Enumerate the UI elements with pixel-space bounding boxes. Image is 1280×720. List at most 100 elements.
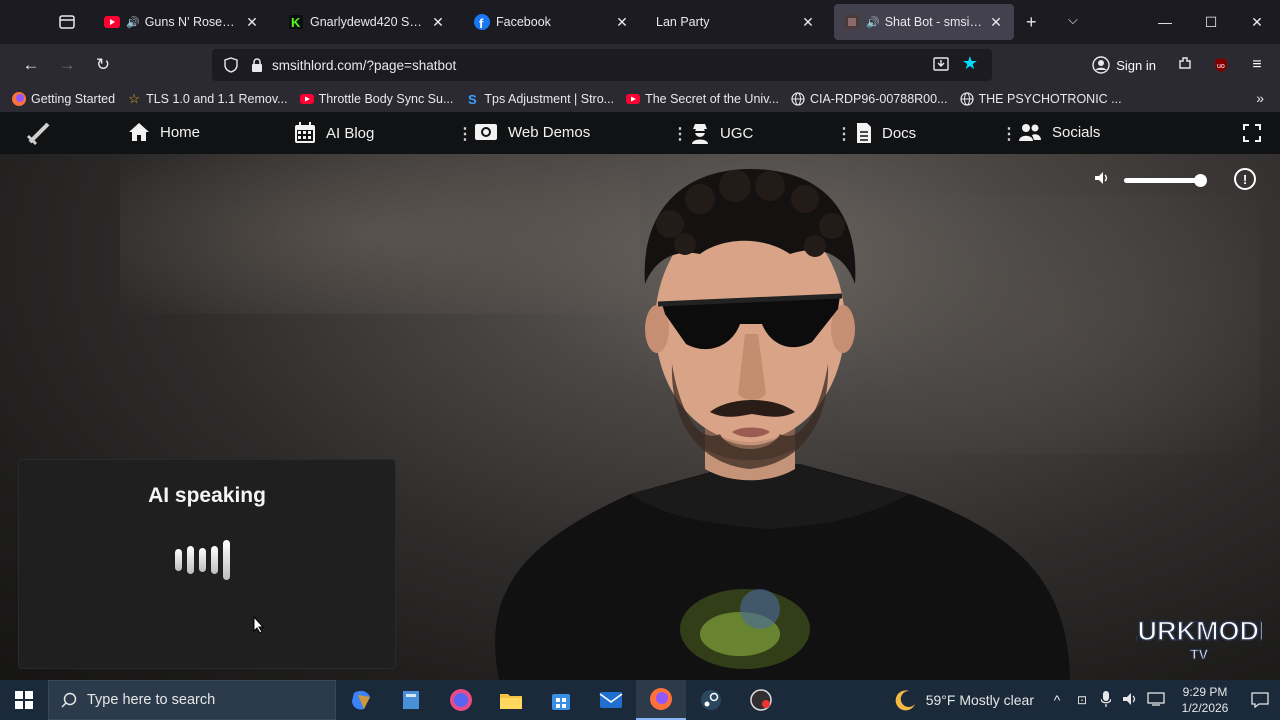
bookmark-getting-started[interactable]: Getting Started — [12, 92, 115, 106]
close-tab-icon[interactable]: ✕ — [800, 14, 816, 31]
taskbar-file-explorer-icon[interactable] — [486, 680, 536, 720]
close-tab-icon[interactable]: ✕ — [244, 14, 260, 31]
nav-ai-blog[interactable]: AI Blog — [294, 122, 374, 144]
speaker-icon[interactable]: 🔊 — [866, 16, 880, 29]
bookmark-cia-rdp[interactable]: CIA-RDP96-00788R00... — [791, 92, 948, 106]
device-icon[interactable]: ⊡ — [1070, 693, 1094, 707]
close-tab-icon[interactable]: ✕ — [614, 14, 630, 31]
tab-list-button[interactable] — [44, 0, 90, 44]
nav-ugc[interactable]: UGC — [690, 122, 753, 144]
tab-facebook[interactable]: f Facebook ✕ — [464, 4, 640, 40]
taskbar-search[interactable]: Type here to search — [48, 680, 336, 720]
forward-icon[interactable]: → — [49, 47, 85, 83]
volume-slider[interactable] — [1124, 174, 1207, 187]
list-all-tabs-icon[interactable]: ⌵ — [1068, 12, 1078, 28]
more-bookmarks-icon[interactable]: » — [1256, 90, 1264, 106]
menu-icon[interactable]: ≡ — [1242, 56, 1272, 74]
taskbar-obs-icon[interactable] — [736, 680, 786, 720]
taskbar-store-icon[interactable] — [536, 680, 586, 720]
bookmark-label: Tps Adjustment | Stro... — [484, 92, 615, 106]
clock[interactable]: 9:29 PM 1/2/2026 — [1170, 684, 1240, 716]
bookmark-psychotronic[interactable]: THE PSYCHOTRONIC ... — [959, 92, 1122, 106]
volume-icon[interactable] — [1094, 171, 1110, 190]
notifications-icon[interactable] — [1240, 692, 1280, 708]
weather-widget[interactable]: 59°F Mostly clear — [894, 688, 1034, 712]
url-bar[interactable]: smsithlord.com/?page=shatbot ★ — [212, 49, 992, 81]
sign-in-button[interactable]: Sign in — [1084, 52, 1164, 78]
ai-status-label: AI speaking — [148, 484, 266, 507]
install-app-icon[interactable] — [932, 55, 950, 76]
speaker-icon[interactable]: 🔊 — [126, 16, 140, 29]
bookmark-label: Throttle Body Sync Su... — [318, 92, 454, 106]
nav-more-web-demos-icon[interactable]: ⋮ — [672, 124, 688, 144]
tabs-icon — [59, 15, 75, 29]
taskbar-copilot-icon[interactable] — [336, 680, 386, 720]
network-icon[interactable] — [1142, 691, 1170, 709]
mouse-cursor-icon — [253, 616, 265, 634]
close-window-icon[interactable]: ✕ — [1234, 0, 1280, 44]
tab-gnarlydewd420[interactable]: K Gnarlydewd420 Stream ✕ — [278, 4, 456, 40]
avatar-stage[interactable]: ! AI speaking LURKMODE TV — [0, 154, 1280, 680]
bookmark-throttle-body[interactable]: Throttle Body Sync Su... — [299, 92, 454, 106]
start-button[interactable] — [0, 680, 48, 720]
nav-ai-blog-label: AI Blog — [326, 124, 375, 142]
nav-docs[interactable]: Docs — [856, 122, 916, 144]
globe-icon — [791, 92, 805, 106]
search-icon — [61, 692, 77, 708]
close-tab-icon[interactable]: ✕ — [988, 14, 1004, 31]
user-secret-icon — [692, 124, 708, 144]
taskbar-mail-icon[interactable] — [586, 680, 636, 720]
ublock-origin-icon[interactable]: uo — [1206, 57, 1236, 73]
nav-web-demos-label: Web Demos — [508, 123, 591, 141]
minimize-icon[interactable]: — — [1142, 0, 1188, 44]
wave-bar — [211, 546, 218, 574]
nav-more-ugc-icon[interactable]: ⋮ — [836, 124, 852, 144]
tracking-protection-icon[interactable] — [220, 54, 242, 76]
nav-home[interactable]: Home — [128, 122, 200, 142]
document-icon — [857, 123, 871, 143]
site-icon — [844, 14, 860, 30]
volume-slider-thumb[interactable] — [1194, 174, 1207, 187]
site-logo-sword-icon[interactable] — [26, 120, 52, 151]
nav-more-docs-icon[interactable]: ⋮ — [1001, 124, 1017, 144]
microphone-icon[interactable] — [1094, 690, 1118, 710]
youtube-icon — [104, 14, 120, 30]
close-tab-icon[interactable]: ✕ — [430, 14, 446, 31]
alert-info-icon[interactable]: ! — [1234, 168, 1256, 190]
maximize-icon[interactable]: ☐ — [1188, 0, 1234, 44]
url-text[interactable]: smsithlord.com/?page=shatbot — [272, 58, 456, 73]
tab-guns-n-roses[interactable]: 🔊 Guns N' Roses - Est ✕ — [94, 4, 270, 40]
nav-more-ai-blog-icon[interactable]: ⋮ — [457, 124, 473, 144]
svg-text:f: f — [479, 16, 484, 30]
taskbar-discord-icon[interactable] — [436, 680, 486, 720]
bookmark-tls[interactable]: ☆ TLS 1.0 and 1.1 Remov... — [127, 91, 287, 106]
bookmark-secret-universe[interactable]: The Secret of the Univ... — [626, 92, 779, 106]
tab-shat-bot[interactable]: 🔊 Shat Bot - smsithlor ✕ — [834, 4, 1014, 40]
bookmark-tps-adjustment[interactable]: S Tps Adjustment | Stro... — [465, 91, 615, 107]
taskbar-firefox-icon[interactable] — [636, 680, 686, 720]
nav-web-demos[interactable]: Web Demos — [474, 122, 590, 142]
reload-icon[interactable]: ↻ — [85, 47, 121, 83]
svg-text:TV: TV — [1190, 646, 1209, 662]
fullscreen-icon[interactable] — [1243, 124, 1261, 147]
s-icon: S — [468, 91, 477, 107]
youtube-icon — [299, 92, 314, 106]
wave-bar — [175, 549, 182, 571]
show-hidden-icons-icon[interactable]: ^ — [1044, 692, 1070, 708]
bookmark-star-icon[interactable]: ★ — [962, 53, 978, 74]
lock-icon[interactable] — [246, 54, 268, 76]
bookmark-label: The Secret of the Univ... — [645, 92, 779, 106]
extensions-icon[interactable] — [1170, 55, 1200, 76]
tab-lan-party[interactable]: Lan Party ✕ — [646, 4, 826, 40]
taskbar-steam-icon[interactable] — [686, 680, 736, 720]
new-tab-button[interactable]: + — [1026, 12, 1037, 33]
home-icon — [129, 123, 149, 141]
svg-text:uo: uo — [1217, 63, 1225, 70]
nav-socials-label: Socials — [1052, 123, 1101, 141]
back-icon[interactable]: ← — [13, 47, 49, 83]
nav-socials[interactable]: Socials — [1018, 122, 1100, 142]
taskbar-app-icon[interactable] — [386, 680, 436, 720]
star-icon: ☆ — [128, 91, 140, 106]
bookmark-label: THE PSYCHOTRONIC ... — [978, 92, 1122, 106]
speaker-volume-icon[interactable] — [1118, 692, 1142, 709]
